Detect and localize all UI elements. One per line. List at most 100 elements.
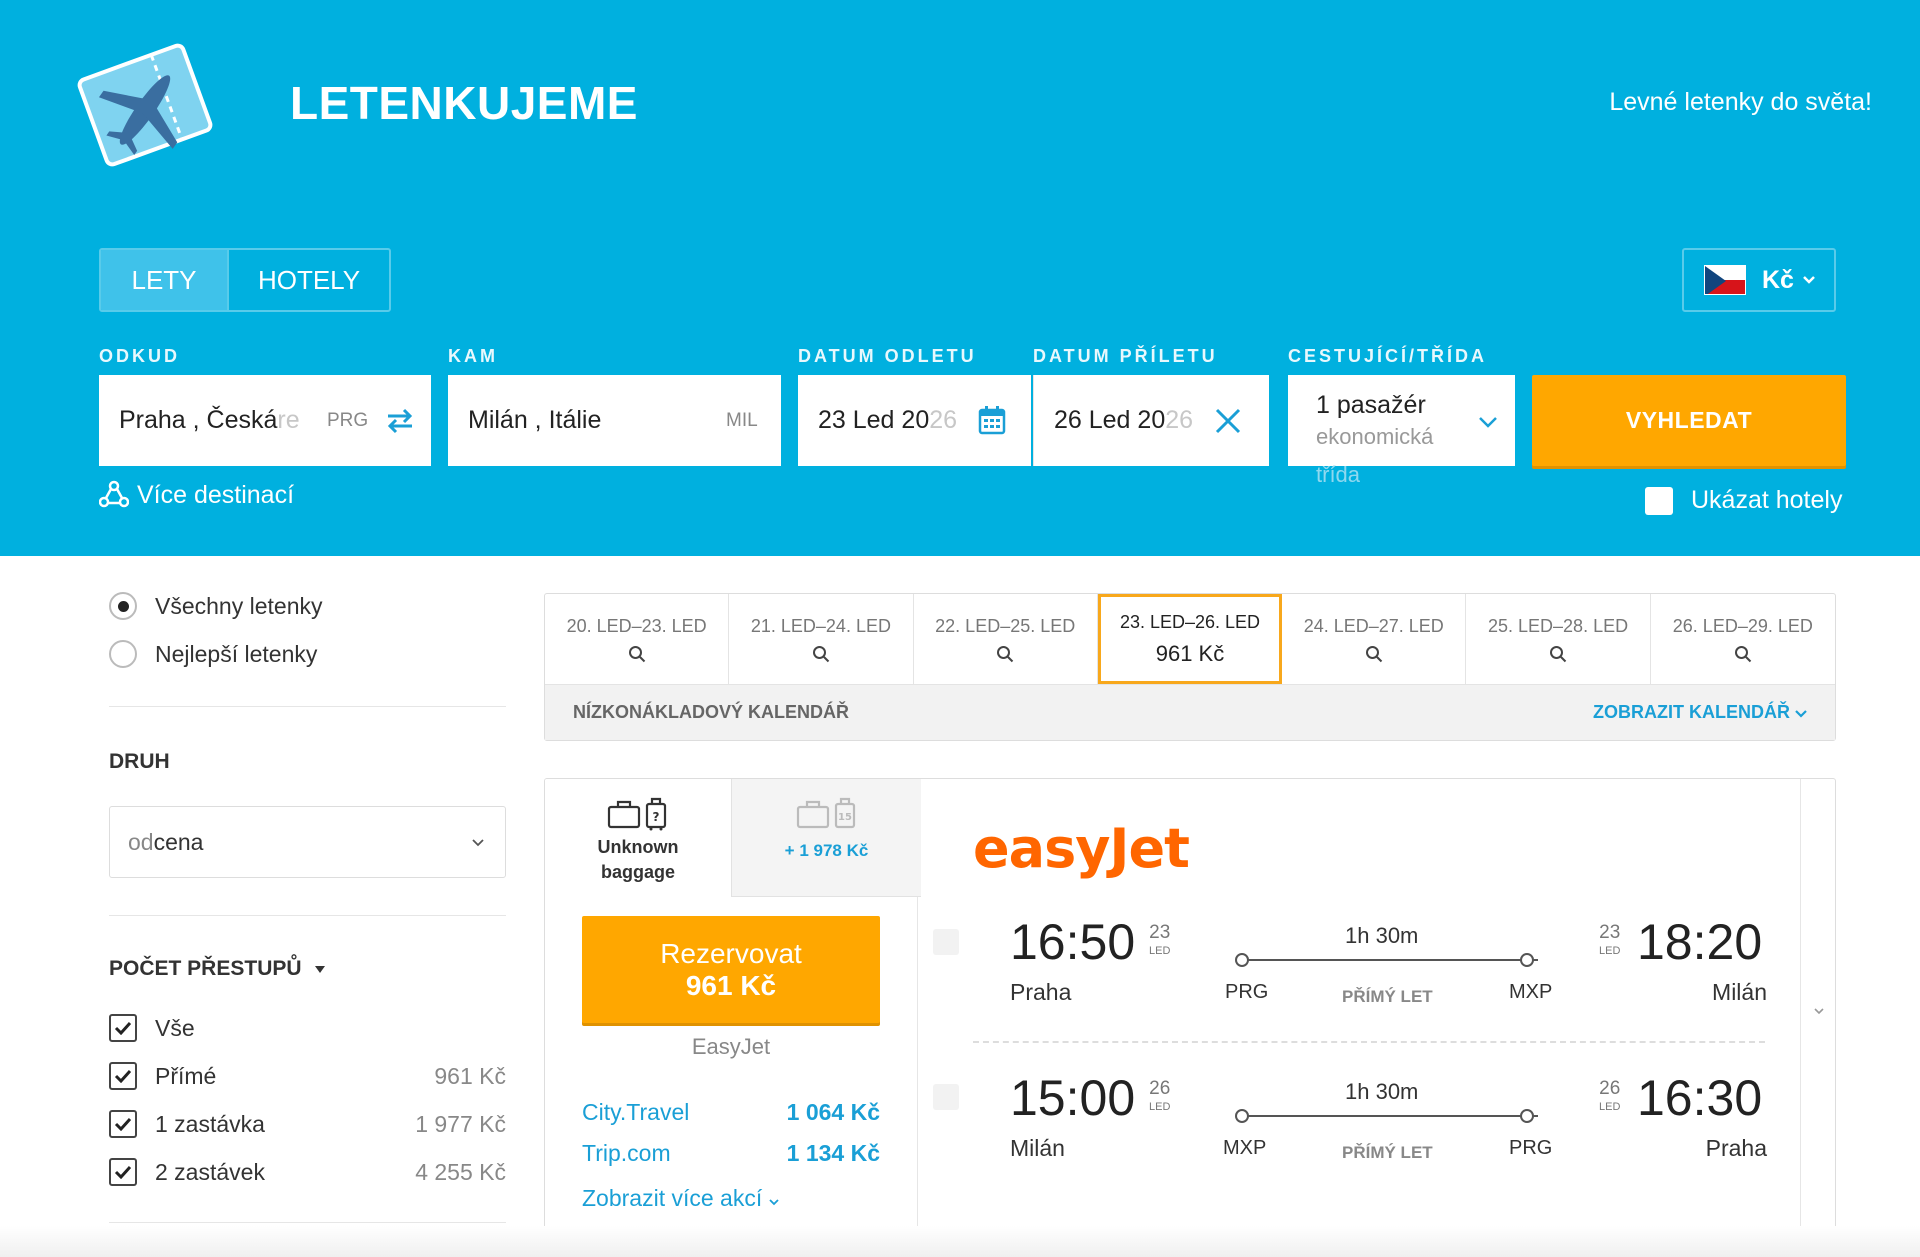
vendor-name: EasyJet xyxy=(691,1034,771,1059)
depart-value: 23 Led 20 xyxy=(818,406,930,434)
departure-date: 23 LED xyxy=(1149,923,1170,957)
more-destinations-label: Více destinací xyxy=(137,480,295,509)
to-field[interactable]: Milán , Itálie MIL xyxy=(448,375,781,466)
book-button[interactable]: Rezervovat 961 Kč xyxy=(582,916,880,1023)
show-hotels-box[interactable] xyxy=(1645,486,1673,515)
stops-title[interactable]: POČET PŘESTUPŮ xyxy=(109,957,326,981)
caret-down-icon xyxy=(314,965,325,973)
travel-class-line1: ekonomická xyxy=(1316,424,1434,449)
chevron-down-icon xyxy=(472,839,484,847)
calendar-icon[interactable] xyxy=(978,405,1006,435)
checkbox-checked[interactable] xyxy=(109,1110,137,1138)
currency-selector[interactable]: Kč xyxy=(1682,248,1836,312)
stops-filter-all[interactable]: Vše xyxy=(109,1014,506,1042)
calendar-day[interactable]: 25. LED–28. LED xyxy=(1466,594,1651,684)
search-icon xyxy=(1365,645,1382,662)
offer-name[interactable]: Trip.com xyxy=(582,1140,671,1167)
leg-select-box[interactable] xyxy=(933,1084,959,1110)
luggage-icon: ? xyxy=(607,797,667,831)
flight-duration: 1h 30m xyxy=(1345,1079,1419,1104)
checkbox-checked[interactable] xyxy=(109,1062,137,1090)
calendar-day[interactable]: 24. LED–27. LED xyxy=(1282,594,1467,684)
tab-hotels[interactable]: HOTELY xyxy=(227,250,389,310)
arrival-airport-code: PRG xyxy=(1509,1137,1553,1159)
leg-select-box[interactable] xyxy=(933,929,959,955)
return-value-fade: 26 xyxy=(1165,406,1194,434)
sidebar-divider xyxy=(109,915,506,916)
leg-divider xyxy=(973,1041,1765,1043)
depart-date-field[interactable]: 23 Led 20 26 xyxy=(798,375,1031,466)
close-icon[interactable] xyxy=(1214,407,1242,435)
from-field[interactable]: Praha , Česká re PRG xyxy=(99,375,431,466)
from-code: PRG xyxy=(327,409,369,431)
more-destinations-link[interactable]: Více destinací xyxy=(99,480,294,510)
show-calendar-link[interactable]: ZOBRAZIT KALENDÁŘ xyxy=(1593,702,1807,723)
multi-destination-icon xyxy=(99,480,129,508)
stops-filter-one[interactable]: 1 zastávka 1 977 Kč xyxy=(109,1110,506,1138)
brand-name[interactable]: LETENKUJEME xyxy=(290,76,638,130)
return-date-field[interactable]: 26 Led 20 26 xyxy=(1033,375,1269,466)
svg-text:?: ? xyxy=(653,810,660,824)
stops-label: Vše xyxy=(155,1014,195,1041)
to-value: Milán , Itálie xyxy=(468,406,602,434)
arrival-date: 26 LED xyxy=(1599,1079,1620,1113)
ticket-plane-logo-icon[interactable] xyxy=(70,30,220,180)
from-label: ODKUD xyxy=(99,346,180,366)
radio-best-tickets[interactable]: Nejlepší letenky xyxy=(109,640,317,668)
offer-price[interactable]: 1 134 Kč xyxy=(787,1140,880,1167)
route-end-dot xyxy=(1520,953,1534,967)
baggage-tab-unknown[interactable]: ? Unknown baggage xyxy=(545,779,731,897)
checkbox-checked[interactable] xyxy=(109,1158,137,1186)
calendar-day[interactable]: 26. LED–29. LED xyxy=(1651,594,1835,684)
route-start-dot xyxy=(1235,953,1249,967)
checkmark-icon xyxy=(114,1021,132,1035)
radio-button[interactable] xyxy=(109,640,137,668)
offer-row[interactable]: Trip.com 1 134 Kč xyxy=(582,1140,880,1167)
calendar-day-range: 22. LED–25. LED xyxy=(935,615,1076,636)
depart-value-fade: 26 xyxy=(929,406,958,434)
calendar-day-selected[interactable]: 23. LED–26. LED 961 Kč xyxy=(1097,594,1283,684)
chevron-down-icon xyxy=(1479,417,1497,428)
search-button[interactable]: VYHLEDAT xyxy=(1532,375,1846,466)
show-hotels-checkbox[interactable]: Ukázat hotely xyxy=(1645,486,1842,515)
stops-title-label: POČET PŘESTUPŮ xyxy=(109,957,302,980)
checkbox-checked[interactable] xyxy=(109,1014,137,1042)
arrival-city: Praha xyxy=(1705,1135,1767,1161)
sidebar-divider xyxy=(109,706,506,707)
stops-filter-two[interactable]: 2 zastávek 4 255 Kč xyxy=(109,1158,506,1186)
tab-flights[interactable]: LETY xyxy=(101,250,227,310)
chevron-down-icon xyxy=(1795,710,1807,718)
expand-chevron-icon[interactable] xyxy=(1809,1001,1829,1021)
from-value-fade: re xyxy=(277,406,300,434)
calendar-day[interactable]: 21. LED–24. LED xyxy=(729,594,914,684)
calendar-day[interactable]: 22. LED–25. LED xyxy=(914,594,1098,684)
more-offers-link[interactable]: Zobrazit více akcí xyxy=(582,1185,779,1212)
to-label: KAM xyxy=(448,346,498,366)
offer-row[interactable]: City.Travel 1 064 Kč xyxy=(582,1099,880,1126)
passenger-count: 1 pasažér xyxy=(1316,391,1426,419)
stops-filter-direct[interactable]: Přímé 961 Kč xyxy=(109,1062,506,1090)
return-label: DATUM PŘÍLETU xyxy=(1033,346,1218,366)
search-icon xyxy=(1734,645,1752,662)
calendar-day-range: 20. LED–23. LED xyxy=(566,615,707,636)
sort-select[interactable]: od cena xyxy=(109,806,506,878)
travel-class-line2: třída xyxy=(1316,462,1361,487)
offer-name[interactable]: City.Travel xyxy=(582,1099,689,1126)
from-value: Praha , Česká xyxy=(119,406,278,434)
sort-value: cena xyxy=(153,828,204,855)
flight-type: PŘÍMÝ LET xyxy=(1342,1143,1433,1162)
book-label: Rezervovat xyxy=(660,937,802,969)
swap-icon[interactable] xyxy=(385,407,415,435)
passengers-field[interactable]: 1 pasažér ekonomická xyxy=(1288,375,1515,466)
radio-button-selected[interactable] xyxy=(109,592,137,620)
offer-price[interactable]: 1 064 Kč xyxy=(787,1099,880,1126)
calendar-days: 20. LED–23. LED 21. LED–24. LED 22. LED–… xyxy=(545,594,1835,684)
checkmark-icon xyxy=(114,1165,132,1179)
calendar-day[interactable]: 20. LED–23. LED xyxy=(545,594,730,684)
baggage-tab-extra[interactable]: 15 + 1 978 Kč xyxy=(731,779,921,897)
flight-duration: 1h 30m xyxy=(1345,923,1419,948)
departure-day: 23 xyxy=(1149,922,1171,943)
depart-label: DATUM ODLETU xyxy=(798,346,977,366)
radio-all-tickets[interactable]: Všechny letenky xyxy=(109,592,322,620)
airline-logo: easyJet xyxy=(973,817,1190,880)
